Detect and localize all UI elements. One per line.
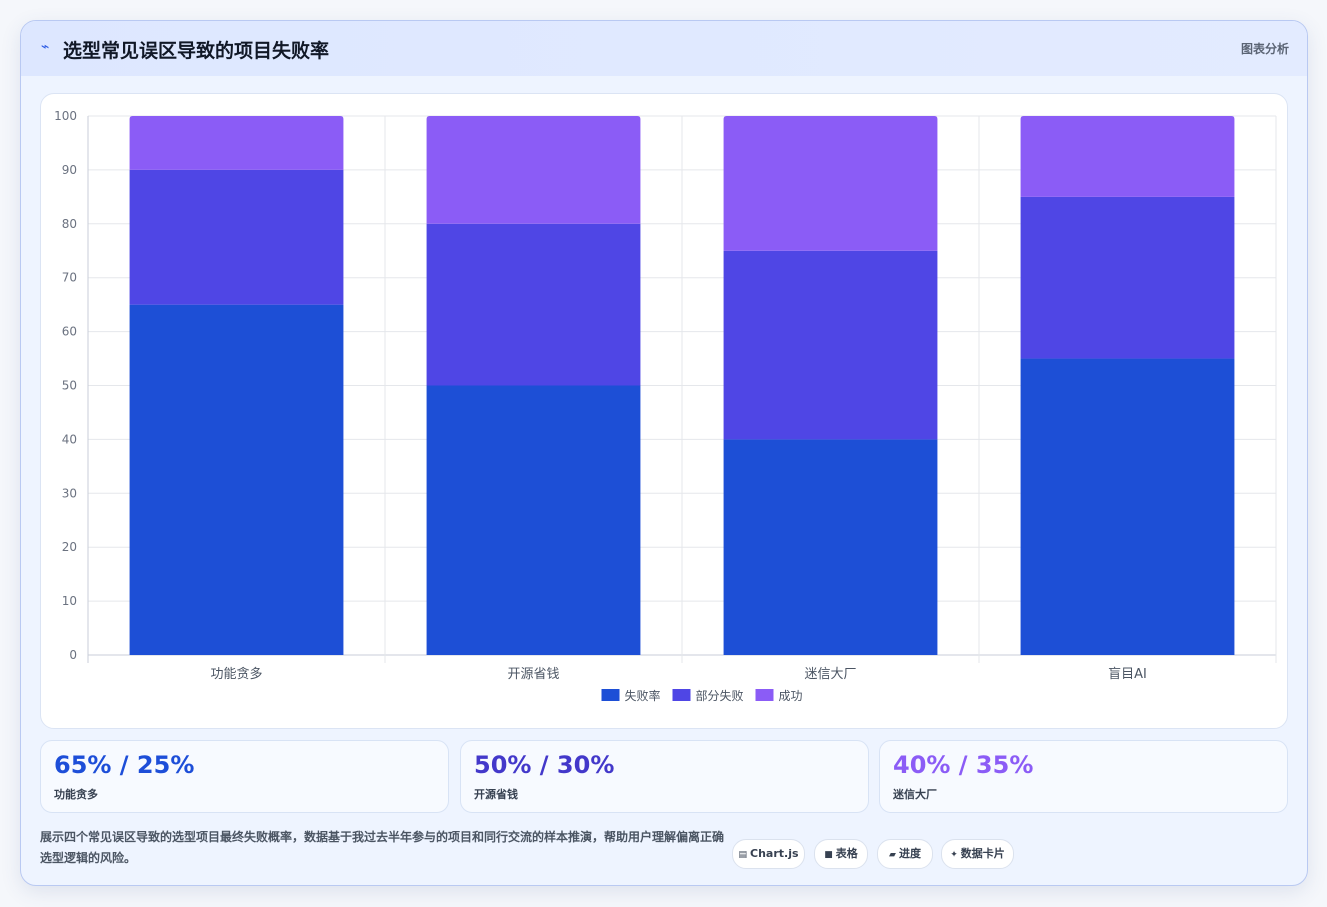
x-tick-label: 开源省钱 [507, 667, 559, 682]
chart-icon: ▤ [738, 850, 747, 860]
chart-description: 展示四个常见误区导致的选型项目最终失败概率，数据基于我过去半年参与的项目和同行交… [40, 830, 725, 865]
bar-segment [1020, 358, 1235, 655]
chart-card: ⌁ 选型常见误区导致的项目失败率 图表分析 0 10 20 30 40 50 60 70 80 9… [20, 20, 1308, 886]
legend-label: 失败率 [625, 688, 661, 703]
bar-segment [426, 385, 641, 655]
chip-label: 进度 [898, 847, 921, 860]
bar-segment [129, 304, 344, 655]
y-tick-label: 60 [62, 325, 77, 339]
chip-label: Chart.js [750, 847, 799, 860]
y-tick-label: 20 [62, 540, 77, 554]
lightning-icon: ⌁ [41, 39, 50, 55]
y-tick-label: 40 [62, 432, 77, 446]
legend-swatch [755, 689, 774, 701]
y-tick-label: 30 [62, 486, 77, 500]
sparkle-icon: ✦ [950, 850, 958, 860]
chip-label: 数据卡片 [960, 847, 1005, 860]
bar-segment [1020, 116, 1235, 197]
table-icon: ■ [824, 850, 833, 860]
stat-value: 50% / 30% [474, 751, 615, 779]
legend-label: 成功 [779, 689, 803, 703]
y-tick-label: 100 [54, 109, 77, 123]
chip-label: 表格 [835, 847, 858, 860]
legend-swatch [601, 689, 620, 701]
stat-label: 开源省钱 [474, 788, 518, 801]
bar-segment [426, 116, 641, 224]
chart-analysis-tag: 图表分析 [1240, 42, 1289, 56]
stat-value: 65% / 25% [54, 751, 195, 779]
stacked-bar-chart: 0 10 20 30 40 50 60 70 80 90 100 功能贪多 开源省钱 迷信大厂 盲目AI 失败… [54, 109, 1277, 703]
y-tick-label: 10 [62, 594, 77, 608]
chart-title: 选型常见误区导致的项目失败率 [63, 40, 330, 62]
y-tick-label: 0 [69, 648, 77, 662]
stat-card-1: 65% / 25% 功能贪多 [40, 740, 449, 813]
card-header: ⌁ 选型常见误区导致的项目失败率 图表分析 [21, 21, 1307, 76]
x-tick-label: 盲目AI [1108, 666, 1147, 682]
stat-label: 功能贪多 [54, 788, 98, 801]
y-tick-label: 90 [62, 163, 77, 177]
progress-icon: ▰ [889, 850, 896, 860]
legend-label: 部分失败 [696, 688, 744, 703]
x-tick-label: 迷信大厂 [804, 667, 856, 682]
y-tick-label: 70 [62, 271, 77, 285]
chip-table[interactable]: ■ 表格 [814, 839, 868, 869]
stat-card-2: 50% / 30% 开源省钱 [460, 740, 869, 813]
stat-value: 40% / 35% [893, 751, 1034, 779]
stat-card-3: 40% / 35% 迷信大厂 [879, 740, 1288, 813]
bar-segment [129, 116, 344, 170]
legend-swatch [672, 689, 691, 701]
y-tick-label: 80 [62, 217, 77, 231]
x-tick-label: 功能贪多 [210, 666, 262, 682]
bar-segment [129, 169, 344, 305]
bar-segment [723, 250, 938, 440]
bar-segment [1020, 196, 1235, 359]
stat-label: 迷信大厂 [893, 788, 937, 801]
chip-progress[interactable]: ▰ 进度 [877, 839, 933, 869]
chart-panel: 0 10 20 30 40 50 60 70 80 90 100 功能贪多 开源省钱 迷信大厂 盲目AI 失败… [40, 93, 1288, 729]
bar-segment [723, 116, 938, 251]
chip-chartjs[interactable]: ▤ Chart.js [732, 839, 805, 869]
bar-segment [426, 223, 641, 386]
chip-data-card[interactable]: ✦ 数据卡片 [941, 839, 1014, 869]
bar-segment [723, 439, 938, 655]
y-tick-label: 50 [62, 379, 77, 393]
